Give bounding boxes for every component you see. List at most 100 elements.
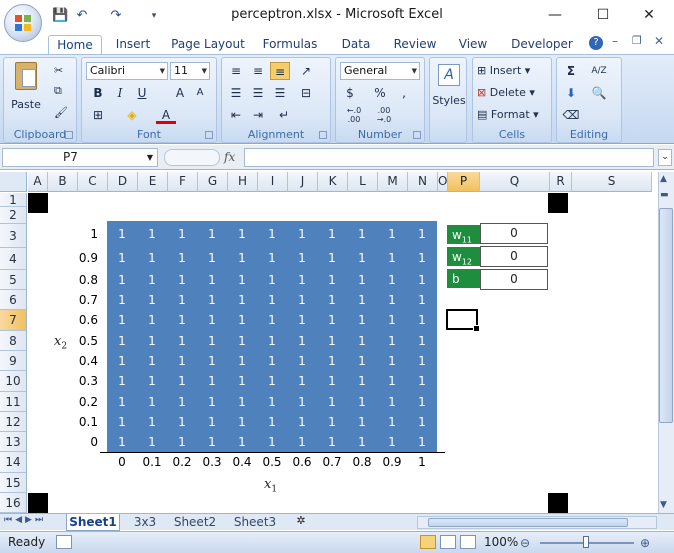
- align-right-icon[interactable]: ☰: [270, 84, 290, 102]
- find-select-icon[interactable]: 🔍: [589, 84, 609, 102]
- tab-review[interactable]: Review: [390, 35, 440, 54]
- maximize-button[interactable]: ☐: [580, 0, 626, 30]
- column-header-m[interactable]: M: [378, 172, 408, 192]
- column-header-n[interactable]: N: [408, 172, 438, 192]
- percent-button[interactable]: %: [370, 84, 390, 102]
- zoom-in-icon[interactable]: ⊕: [640, 536, 650, 550]
- row-header-8[interactable]: 8: [0, 331, 27, 351]
- row-header-7[interactable]: 7: [0, 310, 27, 331]
- font-name-select[interactable]: Calibri ▼: [86, 62, 168, 80]
- column-header-b[interactable]: B: [48, 172, 78, 192]
- align-center-icon[interactable]: ☰: [248, 84, 268, 102]
- increase-decimal-button[interactable]: ←.0 .00: [340, 106, 368, 124]
- insert-sheet-icon[interactable]: ✲: [288, 514, 314, 530]
- bias-value[interactable]: 0: [480, 269, 548, 290]
- font-color-button[interactable]: A: [156, 106, 176, 124]
- bold-button[interactable]: B: [88, 84, 108, 102]
- tab-page-layout[interactable]: Page Layout: [170, 35, 246, 54]
- currency-button[interactable]: $: [340, 84, 360, 102]
- weight-w12-value[interactable]: 0: [480, 246, 548, 267]
- zoom-level[interactable]: 100%: [484, 535, 518, 549]
- tab-developer[interactable]: Developer: [508, 35, 576, 54]
- zoom-slider-handle[interactable]: [583, 536, 589, 548]
- grow-font-button[interactable]: A: [170, 84, 190, 102]
- alignment-launcher-icon[interactable]: [319, 131, 327, 139]
- selected-cell-p7[interactable]: [446, 309, 480, 332]
- decrease-indent-icon[interactable]: ⇤: [226, 106, 246, 124]
- column-header-c[interactable]: C: [78, 172, 108, 192]
- page-break-view-icon[interactable]: [460, 535, 476, 549]
- row-header-10[interactable]: 10: [0, 371, 27, 392]
- align-bottom-icon[interactable]: ≡: [270, 62, 290, 80]
- row-header-16[interactable]: 16: [0, 493, 27, 513]
- column-header-e[interactable]: E: [138, 172, 168, 192]
- fill-color-icon[interactable]: ◈: [122, 106, 142, 124]
- tab-view[interactable]: View: [452, 35, 494, 54]
- column-header-i[interactable]: I: [258, 172, 288, 192]
- comma-button[interactable]: ,: [394, 84, 414, 102]
- insert-cells-button[interactable]: ⊞ Insert ▾: [477, 64, 530, 77]
- align-left-icon[interactable]: ☰: [226, 84, 246, 102]
- sheet-tab-sheet1[interactable]: Sheet1: [66, 514, 120, 531]
- weight-w11-value[interactable]: 0: [480, 223, 548, 244]
- styles-button[interactable]: A Styles: [432, 64, 466, 107]
- column-header-q[interactable]: Q: [480, 172, 550, 192]
- row-header-2[interactable]: 2: [0, 207, 27, 224]
- merge-center-icon[interactable]: ⊟: [296, 84, 316, 102]
- increase-indent-icon[interactable]: ⇥: [248, 106, 268, 124]
- normal-view-icon[interactable]: [420, 535, 436, 549]
- number-launcher-icon[interactable]: [413, 131, 421, 139]
- font-size-select[interactable]: 11 ▼: [170, 62, 210, 80]
- column-header-r[interactable]: R: [550, 172, 572, 192]
- minimize-button[interactable]: —: [532, 0, 578, 30]
- vertical-scroll-thumb[interactable]: [659, 208, 673, 423]
- tab-home[interactable]: Home: [48, 35, 102, 54]
- horizontal-scrollbar[interactable]: [417, 516, 657, 529]
- row-header-13[interactable]: 13: [0, 432, 27, 452]
- format-painter-icon[interactable]: 🖌: [54, 106, 68, 119]
- tab-formulas[interactable]: Formulas: [258, 35, 322, 54]
- name-box[interactable]: P7 ▼: [2, 148, 158, 167]
- sort-filter-button[interactable]: A/Z: [589, 62, 609, 80]
- column-header-d[interactable]: D: [108, 172, 138, 192]
- number-format-select[interactable]: General ▼: [340, 62, 420, 80]
- macro-record-icon[interactable]: [56, 535, 72, 549]
- formula-input[interactable]: [244, 148, 654, 167]
- sheet-nav-icons[interactable]: ⏮◀▶⏭: [4, 515, 46, 525]
- zoom-out-icon[interactable]: ⊖: [520, 536, 530, 550]
- orientation-icon[interactable]: ↗: [296, 62, 316, 80]
- align-top-icon[interactable]: ≡: [226, 62, 246, 80]
- insert-function-button[interactable]: fx: [224, 150, 235, 164]
- row-header-5[interactable]: 5: [0, 270, 27, 290]
- column-header-g[interactable]: G: [198, 172, 228, 192]
- column-header-k[interactable]: K: [318, 172, 348, 192]
- cut-icon[interactable]: ✂: [54, 64, 63, 77]
- scroll-up-icon[interactable]: ▲: [660, 174, 667, 184]
- autosum-button[interactable]: Σ: [561, 62, 581, 80]
- select-all-corner[interactable]: [0, 172, 27, 192]
- column-header-h[interactable]: H: [228, 172, 258, 192]
- copy-icon[interactable]: ⧉: [54, 84, 62, 98]
- ribbon-close-icon[interactable]: ✕: [654, 34, 664, 48]
- column-header-j[interactable]: J: [288, 172, 318, 192]
- underline-button[interactable]: U: [132, 84, 152, 102]
- ribbon-restore-icon[interactable]: ❐: [632, 34, 642, 47]
- row-header-3[interactable]: 3: [0, 224, 27, 248]
- sheet-tab-sheet2[interactable]: Sheet2: [168, 514, 222, 531]
- clear-icon[interactable]: ⌫: [561, 106, 581, 124]
- column-header-p[interactable]: P: [448, 172, 480, 192]
- column-header-o[interactable]: O: [438, 172, 448, 192]
- wrap-text-icon[interactable]: ↵: [274, 106, 294, 124]
- close-button[interactable]: ✕: [626, 0, 672, 30]
- row-header-15[interactable]: 15: [0, 473, 27, 493]
- align-middle-icon[interactable]: ≡: [248, 62, 268, 80]
- expand-formula-icon[interactable]: ⌄: [658, 149, 672, 166]
- tab-data[interactable]: Data: [334, 35, 378, 54]
- shrink-font-button[interactable]: A: [190, 84, 210, 102]
- row-header-6[interactable]: 6: [0, 290, 27, 310]
- sheet-tab-sheet3[interactable]: Sheet3: [228, 514, 282, 531]
- tab-insert[interactable]: Insert: [108, 35, 158, 54]
- ribbon-minimize-icon[interactable]: –: [612, 34, 618, 48]
- row-header-4[interactable]: 4: [0, 248, 27, 270]
- italic-button[interactable]: I: [110, 84, 130, 102]
